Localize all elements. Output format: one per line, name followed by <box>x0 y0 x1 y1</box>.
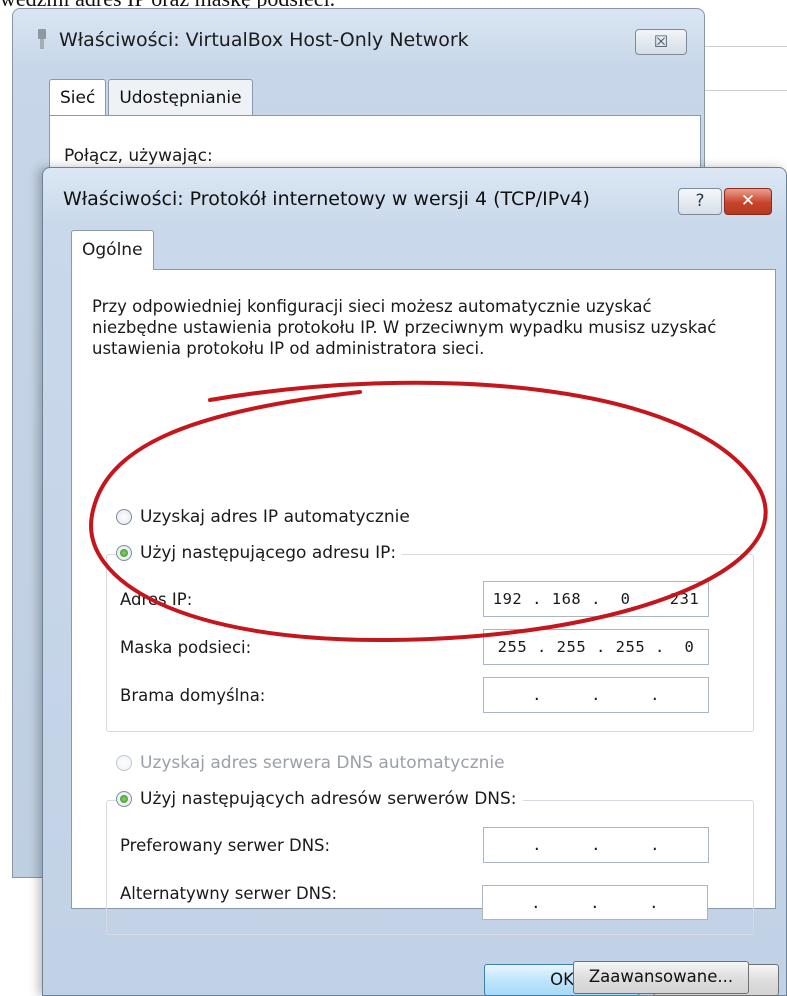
dialog-title: Właściwości: Protokół internetowy w wers… <box>63 188 590 210</box>
document-rule <box>700 90 787 91</box>
ipv4-properties-dialog: Właściwości: Protokół internetowy w wers… <box>42 167 787 996</box>
intro-text: Przy odpowiedniej konfiguracji sieci moż… <box>92 297 717 358</box>
back-window-tabs: Sieć Udostępnianie <box>49 79 255 118</box>
ip-address-label: Adres IP: <box>120 590 193 609</box>
close-button[interactable]: ✕ <box>724 188 772 215</box>
network-adapter-icon <box>38 29 46 49</box>
network-properties-title: Właściwości: VirtualBox Host-Only Networ… <box>59 29 469 51</box>
connect-using-label: Połącz, używając: <box>64 146 213 166</box>
ip-manual-radio[interactable] <box>116 545 132 561</box>
back-window-close-button[interactable]: ☒ <box>635 29 687 55</box>
dns-manual-option[interactable]: Użyj następujących adresów serwerów DNS: <box>116 789 523 809</box>
dns-manual-radio[interactable] <box>116 791 132 807</box>
ip-auto-label: Uzyskaj adres IP automatycznie <box>140 507 410 527</box>
ip-manual-label: Użyj następującego adresu IP: <box>140 543 397 563</box>
preferred-dns-field[interactable]: . . . <box>483 827 709 863</box>
ip-address-field[interactable]: 192 . 168 . 0 . 231 <box>483 581 709 617</box>
help-button[interactable]: ? <box>678 188 722 215</box>
default-gateway-field[interactable]: . . . <box>483 677 709 713</box>
network-properties-titlebar: Właściwości: VirtualBox Host-Only Networ… <box>35 29 469 51</box>
dns-manual-label: Użyj następujących adresów serwerów DNS: <box>140 789 517 809</box>
alternate-dns-label: Alternatywny serwer DNS: <box>120 884 338 903</box>
tab-siec[interactable]: Sieć <box>49 79 107 118</box>
subnet-mask-field[interactable]: 255 . 255 . 255 . 0 <box>483 629 709 665</box>
dns-auto-label: Uzyskaj adres serwera DNS automatycznie <box>140 753 505 773</box>
dns-auto-option: Uzyskaj adres serwera DNS automatycznie <box>116 753 511 773</box>
tab-ogolne[interactable]: Ogólne <box>71 230 154 270</box>
ip-auto-option[interactable]: Uzyskaj adres IP automatycznie <box>116 507 416 527</box>
ip-auto-radio[interactable] <box>116 509 132 525</box>
ip-manual-option[interactable]: Użyj następującego adresu IP: <box>116 543 403 563</box>
subnet-mask-label: Maska podsieci: <box>120 638 252 657</box>
document-rule <box>700 46 787 47</box>
default-gateway-label: Brama domyślna: <box>120 686 266 705</box>
preferred-dns-label: Preferowany serwer DNS: <box>120 836 331 855</box>
dns-auto-radio <box>116 755 132 771</box>
general-tab-panel: Przy odpowiedniej konfiguracji sieci moż… <box>71 269 776 935</box>
advanced-button[interactable]: Zaawansowane... <box>573 961 749 994</box>
tab-udostepnianie[interactable]: Udostępnianie <box>108 79 253 115</box>
alternate-dns-field[interactable]: . . . <box>482 885 708 920</box>
